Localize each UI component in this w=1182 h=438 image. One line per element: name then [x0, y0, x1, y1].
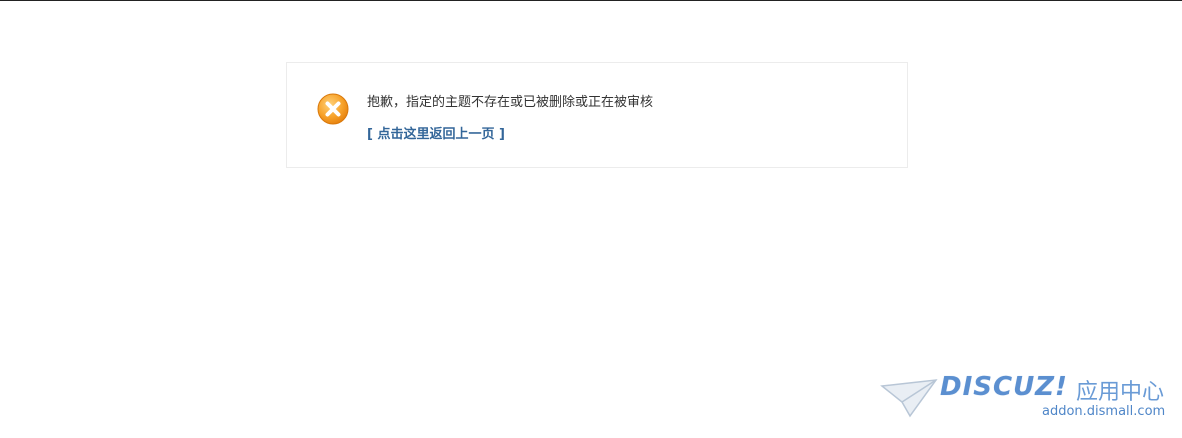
watermark-brand-cn: 应用中心: [1076, 380, 1165, 405]
top-border-line: [0, 0, 1182, 1]
watermark-brand: DISCUZ!: [940, 372, 1068, 402]
error-x-icon: [317, 93, 349, 125]
back-link[interactable]: [ 点击这里返回上一页 ]: [367, 123, 505, 142]
alert-box: 抱歉，指定的主题不存在或已被删除或正在被审核 [ 点击这里返回上一页 ]: [286, 62, 908, 168]
watermark: DISCUZ! 应用中心 addon.dismall.com: [880, 370, 1170, 430]
watermark-url: addon.dismall.com: [1042, 404, 1166, 419]
paper-plane-icon: [880, 376, 940, 420]
alert-message: 抱歉，指定的主题不存在或已被删除或正在被审核: [367, 95, 654, 110]
